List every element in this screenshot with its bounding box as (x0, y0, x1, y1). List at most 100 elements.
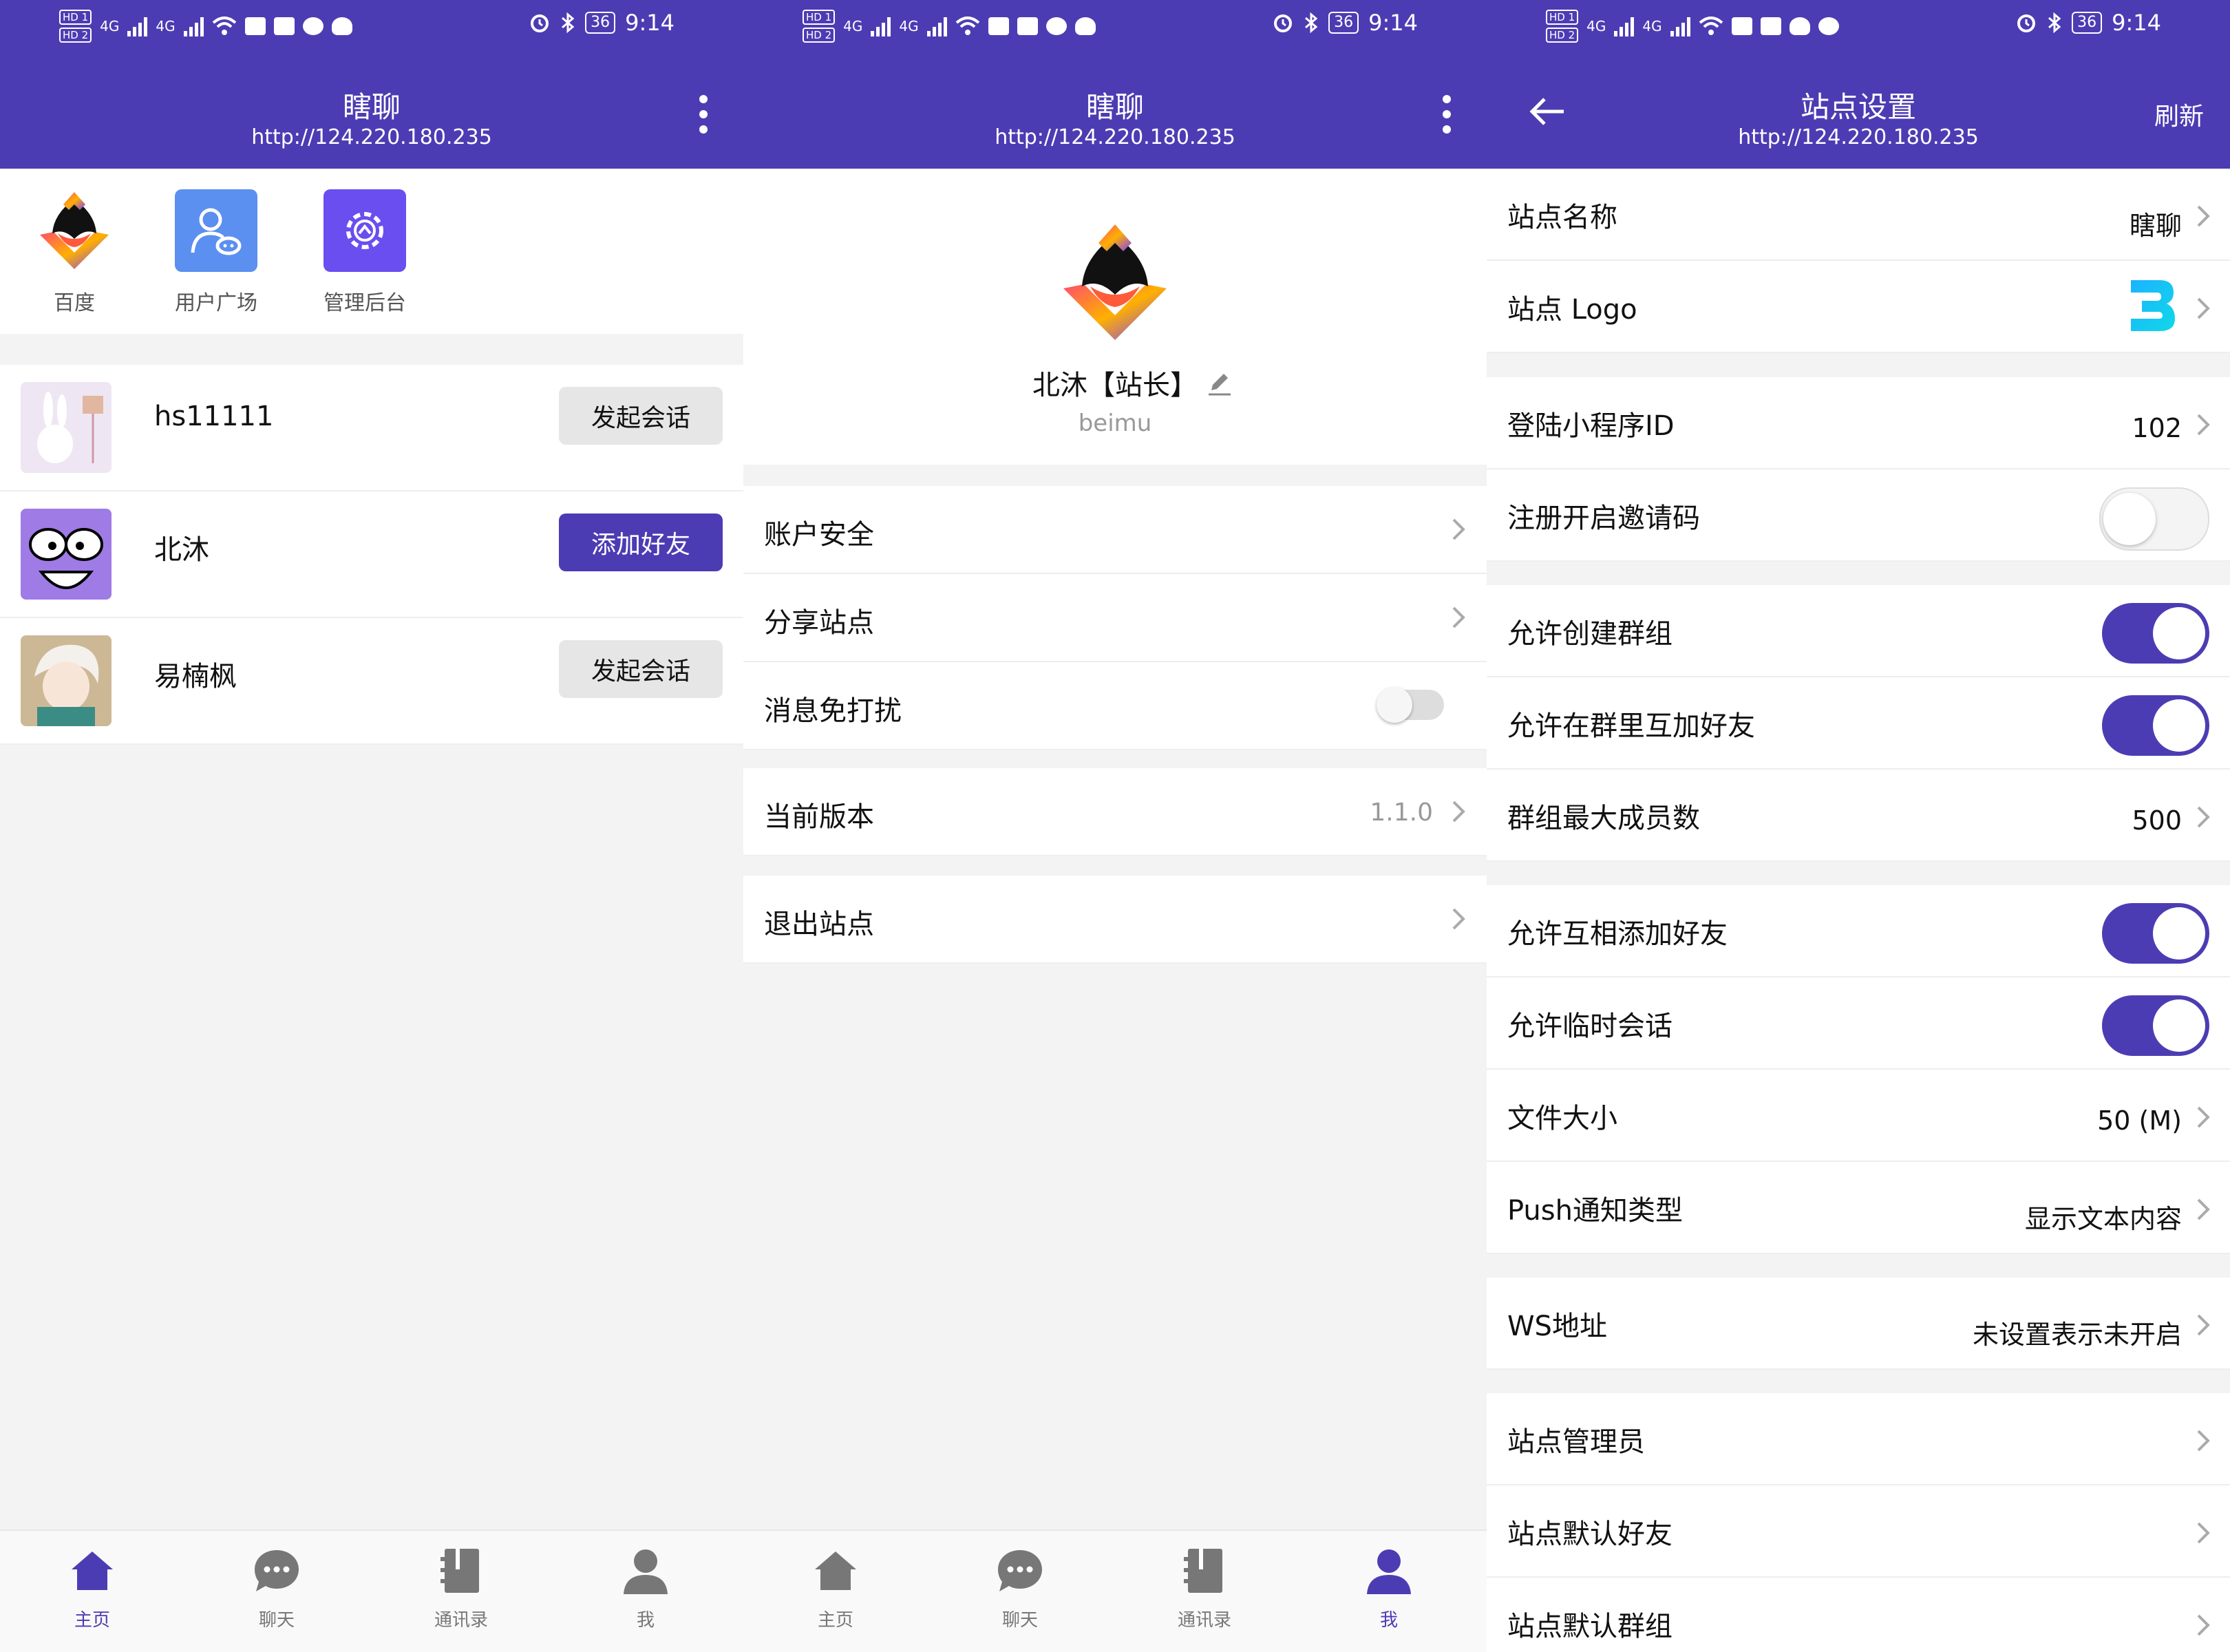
menu-group-exit: 退出站点 (743, 876, 1487, 964)
list-item[interactable]: hs11111 发起会话 (0, 365, 743, 491)
bottom-nav: 主页 聊天 通讯录 我 (743, 1529, 1487, 1652)
more-options-icon[interactable] (1443, 95, 1451, 134)
app-baidu[interactable]: 百度 (12, 189, 136, 316)
setting-site-name[interactable]: 站点名称 瞎聊 (1487, 169, 2230, 261)
site-settings-screen: HD 1 HD 2 4G 4G 36 9:14 站点设置 http://124.… (1487, 0, 2230, 1652)
add-friend-button[interactable]: 添加好友 (559, 513, 723, 571)
bottom-nav: 主页 聊天 通讯录 我 (0, 1529, 743, 1652)
menu-mute: 消息免打扰 (743, 662, 1487, 750)
notification-icon (988, 17, 1009, 35)
create-group-toggle[interactable] (2102, 603, 2209, 664)
nav-chat[interactable]: 聊天 (208, 1546, 346, 1631)
nav-chat[interactable]: 聊天 (951, 1546, 1089, 1631)
chevron-right-icon (2197, 806, 2210, 828)
menu-version[interactable]: 当前版本 1.1.0 (743, 768, 1487, 856)
user-plaza-icon (175, 189, 257, 272)
top-app-bar: HD 1 HD 2 4G 4G 36 9 (1487, 0, 2230, 169)
bluetooth-icon (1305, 12, 1318, 34)
setting-site-logo[interactable]: 站点 Logo (1487, 261, 2230, 353)
person-icon (1367, 1549, 1411, 1594)
chevron-right-icon (2197, 1614, 2210, 1636)
me-screen: HD 1 HD 2 4G 4G 36 9:14 瞎聊 http://124.22… (743, 0, 1487, 1652)
chat-icon (255, 1550, 299, 1591)
setting-default-friends[interactable]: 站点默认好友 (1487, 1485, 2230, 1578)
wifi-icon (955, 17, 979, 35)
menu-share-site[interactable]: 分享站点 (743, 574, 1487, 662)
nav-contacts[interactable]: 通讯录 (392, 1546, 530, 1631)
battery-icon: 36 (1328, 12, 1359, 34)
menu-group-version: 当前版本 1.1.0 (743, 768, 1487, 856)
profile-card: 北沐【站长】 beimu (743, 169, 1487, 465)
battery-icon: 36 (2072, 12, 2103, 34)
wechat-icon (1045, 17, 1067, 35)
settings-title: 站点设置 (1800, 90, 1916, 124)
setting-invite-code: 注册开启邀请码 (1487, 469, 2230, 562)
chevron-right-icon (2197, 1314, 2210, 1336)
top-app-bar: HD 1 HD 2 4G 4G 36 9 (0, 0, 743, 169)
temp-chat-toggle[interactable] (2102, 995, 2209, 1056)
contacts-book-icon (1184, 1549, 1222, 1593)
setting-file-size[interactable]: 文件大小 50 (M) (1487, 1070, 2230, 1162)
home-screen: HD 1 HD 2 4G 4G 36 9:14 瞎聊 http://124.22… (0, 0, 743, 1652)
wifi-icon (212, 17, 236, 35)
setting-push-type[interactable]: Push通知类型 显示文本内容 (1487, 1162, 2230, 1254)
admin-gear-icon (323, 189, 406, 272)
chevron-right-icon (2197, 1106, 2210, 1128)
mutual-add-toggle[interactable] (2102, 903, 2209, 964)
alarm-icon (531, 14, 549, 32)
mute-toggle[interactable] (1377, 687, 1444, 723)
wifi-icon (1699, 17, 1723, 35)
notification-icon (1731, 17, 1752, 35)
list-item[interactable]: 易楠枫 发起会话 (0, 618, 743, 745)
start-chat-button[interactable]: 发起会话 (559, 387, 723, 445)
status-bar: HD 1 HD 2 4G 4G 36 9:14 (743, 0, 1487, 52)
menu-account-security[interactable]: 账户安全 (743, 486, 1487, 574)
site-b-logo-icon (2131, 280, 2175, 331)
setting-site-admins[interactable]: 站点管理员 (1487, 1393, 2230, 1485)
signal-icon (871, 16, 891, 36)
hd-indicator: HD 1 HD 2 (803, 10, 836, 43)
more-options-icon[interactable] (699, 95, 708, 134)
nav-home[interactable]: 主页 (23, 1546, 161, 1631)
app-admin[interactable]: 管理后台 (303, 189, 427, 316)
menu-exit-site[interactable]: 退出站点 (743, 876, 1487, 964)
version-value: 1.1.0 (1370, 798, 1433, 827)
refresh-button[interactable]: 刷新 (2154, 96, 2204, 132)
user-name: 易楠枫 (154, 661, 237, 692)
setting-ws-address[interactable]: WS地址 未设置表示未开启 (1487, 1278, 2230, 1370)
signal-icon (183, 16, 204, 36)
chevron-right-icon (1452, 606, 1465, 628)
chevron-right-icon (2197, 297, 2210, 319)
start-chat-button[interactable]: 发起会话 (559, 640, 723, 698)
chevron-right-icon (1452, 518, 1465, 540)
nav-me[interactable]: 我 (577, 1546, 714, 1631)
list-item[interactable]: 北沐 添加好友 (0, 491, 743, 618)
qq-icon (1789, 17, 1810, 35)
chevron-right-icon (1452, 801, 1465, 823)
signal-icon (1614, 16, 1635, 36)
site-url: http://124.220.180.235 (995, 125, 1235, 149)
app-user-plaza[interactable]: 用户广场 (154, 189, 278, 316)
site-url: http://124.220.180.235 (251, 125, 492, 149)
edit-pencil-icon[interactable] (1206, 370, 1233, 397)
setting-group-add-friend: 允许在群里互加好友 (1487, 677, 2230, 770)
mail-icon (1760, 17, 1781, 35)
setting-default-groups[interactable]: 站点默认群组 (1487, 1578, 2230, 1652)
nav-home[interactable]: 主页 (767, 1546, 904, 1631)
nav-contacts[interactable]: 通讯录 (1136, 1546, 1273, 1631)
group-add-friend-toggle[interactable] (2102, 695, 2209, 756)
signal-icon (127, 16, 148, 36)
setting-group-max-members[interactable]: 群组最大成员数 500 (1487, 770, 2230, 862)
site-logo-icon (1063, 224, 1167, 340)
nav-me[interactable]: 我 (1320, 1546, 1458, 1631)
clock: 9:14 (1368, 10, 1418, 36)
bluetooth-icon (562, 12, 575, 34)
invite-code-toggle[interactable] (2099, 487, 2209, 551)
mail-icon (273, 17, 295, 35)
avatar (21, 382, 111, 473)
app-title: 瞎聊 (1085, 90, 1144, 124)
setting-miniprogram-id[interactable]: 登陆小程序ID 102 (1487, 377, 2230, 469)
status-bar: HD 1 HD 2 4G 4G 36 9:14 (1487, 0, 2230, 52)
app-shortcuts: 百度 用户广场 管理后台 (0, 169, 743, 334)
chevron-right-icon (2197, 1430, 2210, 1452)
